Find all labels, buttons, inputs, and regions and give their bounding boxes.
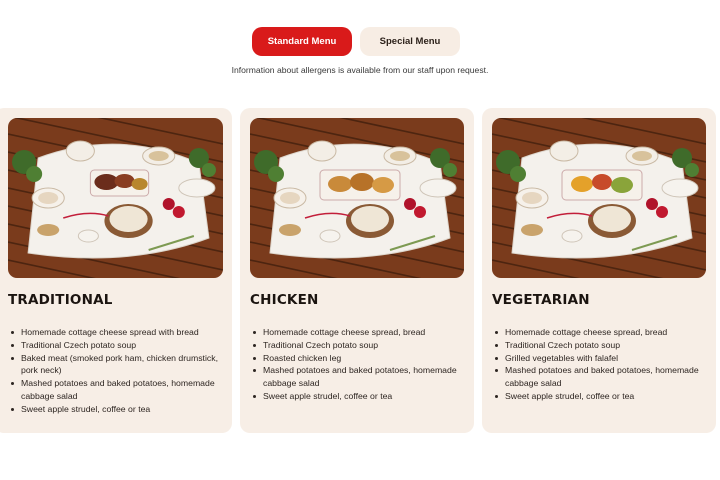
menu-item: Mashed potatoes and baked potatoes, home… <box>494 364 708 390</box>
menu-item: Traditional Czech potato soup <box>10 339 222 352</box>
menu-item: Traditional Czech potato soup <box>494 339 708 352</box>
menu-item: Sweet apple strudel, coffee or tea <box>252 390 466 403</box>
menu-item: Baked meat (smoked pork ham, chicken dru… <box>10 352 222 378</box>
food-photo-chicken <box>250 118 464 278</box>
allergen-note: Information about allergens is available… <box>231 65 489 75</box>
menu-cards: TRADITIONAL Homemade cottage cheese spre… <box>0 108 720 433</box>
menu-item: Mashed potatoes and baked potatoes, home… <box>10 377 222 403</box>
menu-items-list: Homemade cottage cheese spread with brea… <box>10 326 222 416</box>
menu-items-list: Homemade cottage cheese spread, bread Tr… <box>494 326 708 403</box>
menu-item: Grilled vegetables with falafel <box>494 352 708 365</box>
menu-card-chicken: CHICKEN Homemade cottage cheese spread, … <box>240 108 474 433</box>
tab-standard-menu[interactable]: Standard Menu <box>252 27 352 56</box>
menu-item: Homemade cottage cheese spread, bread <box>494 326 708 339</box>
menu-item: Roasted chicken leg <box>252 352 466 365</box>
menu-card-traditional: TRADITIONAL Homemade cottage cheese spre… <box>0 108 232 433</box>
card-title: CHICKEN <box>250 292 319 308</box>
tab-special-menu[interactable]: Special Menu <box>360 27 460 56</box>
menu-item: Sweet apple strudel, coffee or tea <box>494 390 708 403</box>
menu-items-list: Homemade cottage cheese spread, bread Tr… <box>252 326 466 403</box>
menu-item: Traditional Czech potato soup <box>252 339 466 352</box>
menu-card-vegetarian: VEGETARIAN Homemade cottage cheese sprea… <box>482 108 716 433</box>
menu-item: Sweet apple strudel, coffee or tea <box>10 403 222 416</box>
food-photo-traditional <box>8 118 223 278</box>
food-photo-vegetarian <box>492 118 706 278</box>
menu-item: Homemade cottage cheese spread, bread <box>252 326 466 339</box>
card-title: VEGETARIAN <box>492 292 590 308</box>
card-title: TRADITIONAL <box>8 292 113 308</box>
menu-item: Homemade cottage cheese spread with brea… <box>10 326 222 339</box>
menu-tabs: Standard Menu Special Menu <box>0 27 720 56</box>
menu-item: Mashed potatoes and baked potatoes, home… <box>252 364 466 390</box>
